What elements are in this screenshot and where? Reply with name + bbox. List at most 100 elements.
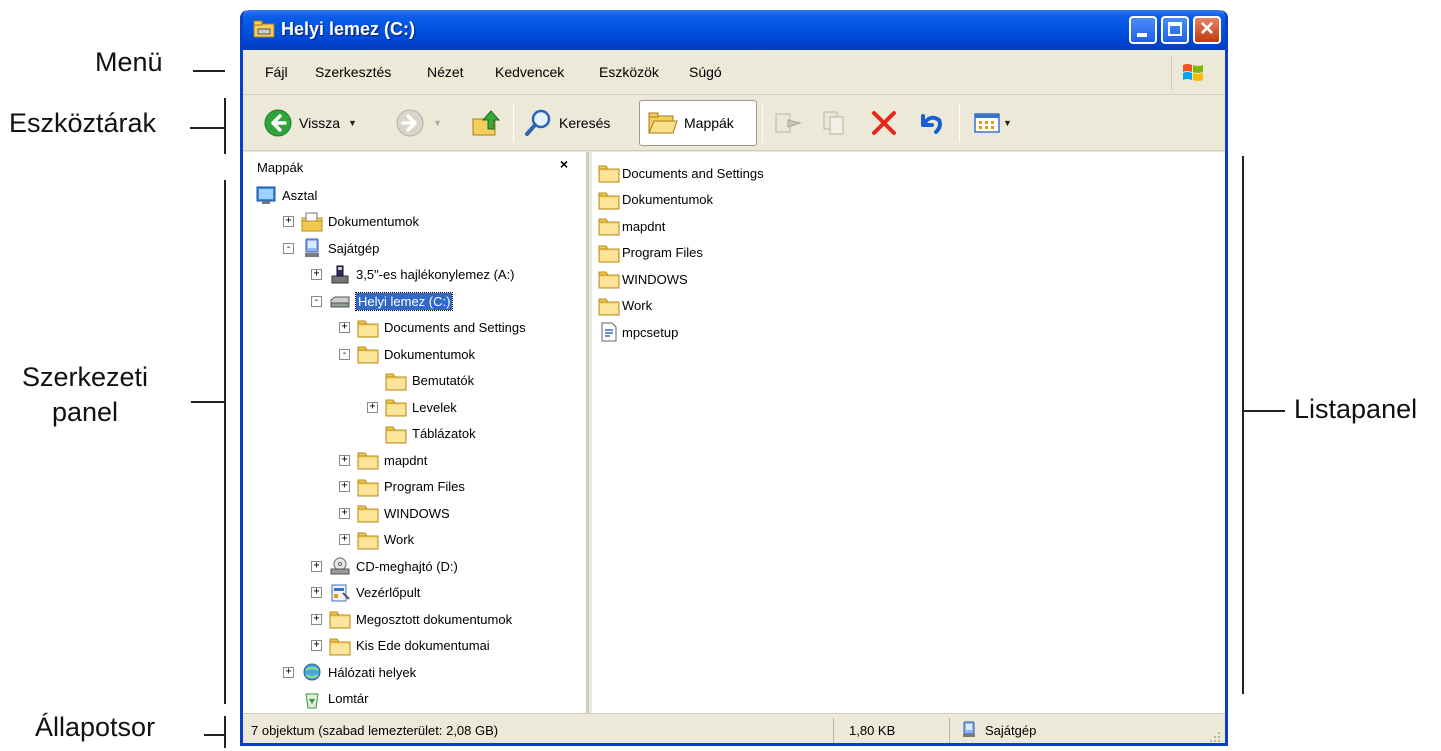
move-to-button[interactable] xyxy=(773,100,803,146)
list-item-label: WINDOWS xyxy=(622,271,688,287)
expand-icon[interactable]: + xyxy=(339,481,350,492)
tree-item[interactable]: Bemutatók xyxy=(367,368,474,394)
tree-item[interactable]: + Levelek xyxy=(367,394,457,420)
folder-icon xyxy=(385,399,407,417)
tree-item[interactable]: + Hálózati helyek xyxy=(283,659,416,685)
tree-item[interactable]: Lomtár xyxy=(283,686,368,712)
tree-item[interactable]: +3,5"-es hajlékonylemez (A:) xyxy=(311,262,515,288)
expand-icon[interactable]: + xyxy=(339,454,350,466)
menu-favorites[interactable]: Kedvencek xyxy=(495,64,564,80)
back-button[interactable]: Vissza ▼ xyxy=(263,100,357,146)
tree-item[interactable]: - Dokumentumok xyxy=(339,341,475,367)
undo-icon xyxy=(921,114,942,134)
expand-icon[interactable]: + xyxy=(339,507,350,519)
list-item[interactable]: mpcsetup xyxy=(598,319,678,345)
menu-tools[interactable]: Eszközök xyxy=(599,64,659,80)
status-divider xyxy=(949,718,950,743)
tree-item[interactable]: + Megosztott dokumentumok xyxy=(311,606,512,632)
tree-item[interactable]: + mapdnt xyxy=(339,447,427,473)
menu-help[interactable]: Súgó xyxy=(689,64,722,80)
list-item-icon xyxy=(598,216,620,236)
tree-item-label: CD-meghajtó (D:) xyxy=(356,558,458,574)
expand-icon[interactable]: + xyxy=(311,587,322,598)
tree-item[interactable]: + CD-meghajtó (D:) xyxy=(311,553,458,579)
folder-icon xyxy=(329,638,351,655)
tree-item[interactable]: Asztal xyxy=(255,182,317,208)
expand-icon[interactable]: + xyxy=(311,613,322,625)
tree-item[interactable]: Táblázatok xyxy=(367,421,476,447)
views-dropdown-arrow-icon[interactable]: ▼ xyxy=(1003,118,1012,128)
tree-item[interactable]: + WINDOWS xyxy=(339,500,450,526)
back-label: Vissza xyxy=(299,115,340,131)
recycle-bin-icon xyxy=(305,693,319,708)
tree-item-icon xyxy=(255,185,277,205)
forward-button[interactable]: ▼ xyxy=(395,100,442,146)
floppy-drive-icon xyxy=(331,265,349,283)
tree-item-icon xyxy=(301,662,323,682)
folder-icon xyxy=(385,373,407,390)
search-button[interactable]: Keresés xyxy=(523,100,610,146)
folders-label: Mappák xyxy=(684,115,734,131)
close-icon: × xyxy=(1199,15,1214,42)
tree-item[interactable]: + Kis Ede dokumentumai xyxy=(311,633,490,659)
views-button[interactable]: ▼ xyxy=(973,100,1012,146)
drive-folder-icon xyxy=(253,20,275,38)
list-item[interactable]: Work xyxy=(598,293,652,319)
collapse-icon[interactable]: - xyxy=(311,295,322,307)
annotation-tree-panel-line2: panel xyxy=(51,397,119,428)
expand-icon[interactable]: + xyxy=(311,269,322,280)
tree-item[interactable]: - Sajátgép xyxy=(283,235,379,261)
folder-tree-pane: Mappák × Asztal + Dokumentumok - Sajátgép +3,… xyxy=(243,152,589,713)
expand-icon[interactable]: + xyxy=(339,322,350,333)
expand-icon[interactable]: + xyxy=(367,401,378,413)
tree-item-icon xyxy=(357,318,379,338)
delete-button[interactable] xyxy=(869,100,899,146)
tree-item[interactable]: - Helyi lemez (C:) xyxy=(311,288,454,314)
menu-view[interactable]: Nézet xyxy=(427,64,464,80)
tree-item-label: 3,5"-es hajlékonylemez (A:) xyxy=(356,267,515,282)
close-button[interactable]: × xyxy=(1193,15,1221,44)
tree-item[interactable]: + Vezérlőpult xyxy=(311,580,420,606)
expand-icon[interactable]: + xyxy=(283,216,294,227)
tree-item-icon xyxy=(357,450,379,470)
collapse-icon[interactable]: - xyxy=(283,242,294,254)
folders-button[interactable]: Mappák xyxy=(639,100,757,146)
forward-dropdown-arrow-icon[interactable]: ▼ xyxy=(433,118,442,128)
annotation-menu-line xyxy=(193,70,225,72)
expand-icon[interactable]: + xyxy=(311,560,322,572)
file-icon xyxy=(601,322,617,342)
up-folder-button[interactable] xyxy=(471,100,503,146)
tree-item-label: Dokumentumok xyxy=(384,346,476,362)
tree-item[interactable]: + Program Files xyxy=(339,474,465,500)
menu-file[interactable]: Fájl xyxy=(265,64,288,80)
undo-button[interactable] xyxy=(915,100,945,146)
list-item[interactable]: Program Files xyxy=(598,240,703,266)
collapse-icon[interactable]: - xyxy=(339,348,350,360)
status-location-label: Sajátgép xyxy=(985,722,1037,738)
menu-edit[interactable]: Szerkesztés xyxy=(315,64,391,80)
list-item[interactable]: Dokumentumok xyxy=(598,187,713,213)
resize-grip-icon[interactable] xyxy=(1209,731,1221,743)
minimize-button[interactable] xyxy=(1129,16,1157,44)
tree-item-label: Levelek xyxy=(412,399,457,415)
list-item[interactable]: WINDOWS xyxy=(598,266,688,292)
tree-item[interactable]: + Dokumentumok xyxy=(283,209,419,235)
menu-bar: Fájl Szerkesztés Nézet Kedvencek Eszközö… xyxy=(243,50,1225,95)
status-size: 1,80 KB xyxy=(849,722,896,738)
title-bar[interactable]: Helyi lemez (C:) × xyxy=(243,10,1225,50)
tree-item[interactable]: + Documents and Settings xyxy=(339,315,526,341)
toolbar-separator xyxy=(762,104,763,142)
tree-item-icon xyxy=(329,583,351,603)
tree-item[interactable]: + Work xyxy=(339,527,414,553)
list-item[interactable]: mapdnt xyxy=(598,213,665,239)
list-item[interactable]: Documents and Settings xyxy=(598,160,764,186)
copy-to-button[interactable] xyxy=(821,100,851,146)
expand-icon[interactable]: + xyxy=(339,534,350,545)
close-pane-icon[interactable]: × xyxy=(560,156,568,172)
expand-icon[interactable]: + xyxy=(311,640,322,651)
tree-item-label: Kis Ede dokumentumai xyxy=(356,638,490,653)
tree-item-label: Táblázatok xyxy=(412,426,476,441)
back-dropdown-arrow-icon[interactable]: ▼ xyxy=(348,118,357,128)
maximize-button[interactable] xyxy=(1161,16,1189,44)
expand-icon[interactable]: + xyxy=(283,666,294,678)
